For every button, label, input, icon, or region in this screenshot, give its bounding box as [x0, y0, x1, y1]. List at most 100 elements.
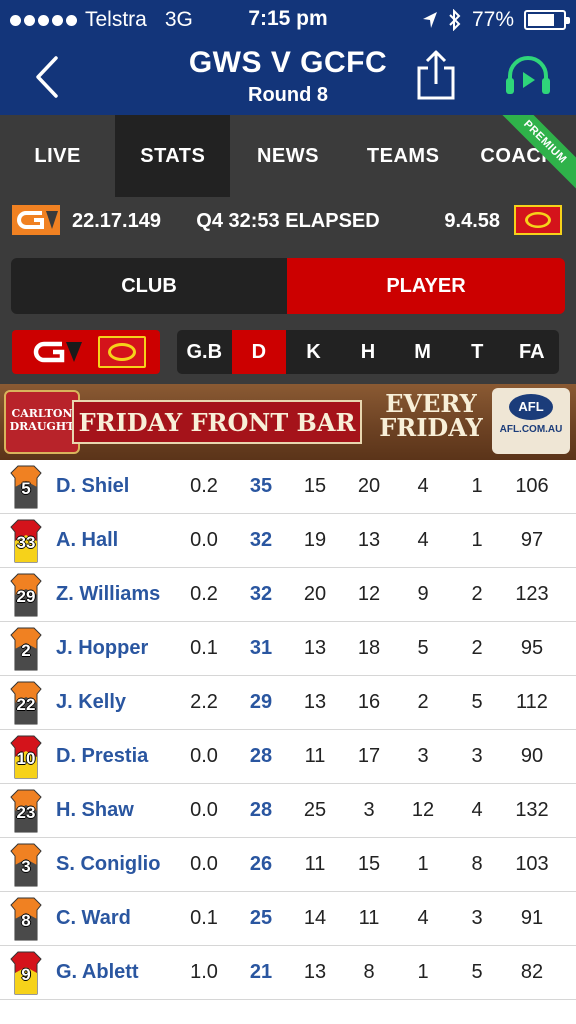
stat-cell-h: 16 [357, 691, 381, 713]
player-number: 3 [21, 857, 31, 876]
stat-cell-t: 4 [471, 799, 483, 821]
stat-cell-d: 26 [249, 853, 273, 875]
table-row[interactable]: 3 S. Coniglio 0.0 26 11 15 1 8 103 [0, 838, 576, 892]
stat-tab-d[interactable]: D [231, 330, 287, 374]
stat-cell-m: 9 [417, 583, 429, 605]
stat-cell-k: 11 [304, 745, 326, 767]
advertisement-banner[interactable]: CARLTON DRAUGHT FRIDAY FRONT BAR EVERY F… [0, 384, 576, 460]
share-icon[interactable] [414, 48, 458, 102]
stat-cell-m: 4 [417, 529, 429, 551]
stat-cell-gb: 1.0 [190, 961, 218, 983]
stat-cell-d: 28 [249, 799, 273, 821]
bluetooth-icon [449, 9, 461, 31]
stat-cell-gb: 2.2 [190, 691, 218, 713]
stat-cell-gb: 0.0 [190, 799, 218, 821]
battery-percent: 77% [471, 8, 514, 31]
stat-cell-d: 32 [249, 529, 273, 551]
stat-cell-m: 1 [417, 961, 429, 983]
stat-cell-h: 11 [358, 907, 380, 929]
stat-cell-m: 3 [417, 745, 429, 767]
table-row[interactable]: 29 Z. Williams 0.2 32 20 12 9 2 123 [0, 568, 576, 622]
stat-cell-fa: 106 [515, 475, 549, 497]
table-row[interactable]: 2 J. Hopper 0.1 31 13 18 5 2 95 [0, 622, 576, 676]
player-name-link[interactable]: Z. Williams [56, 583, 160, 606]
carlton-draught-logo: CARLTON DRAUGHT [4, 390, 80, 454]
stat-cell-k: 14 [303, 907, 327, 929]
battery-icon [524, 10, 570, 30]
table-row[interactable]: 9 G. Ablett 1.0 21 13 8 1 5 82 [0, 946, 576, 1000]
tab-live[interactable]: LIVE [0, 115, 115, 197]
stat-tab-fa[interactable]: FA [504, 330, 559, 374]
stat-tab-gb[interactable]: G.B [177, 330, 232, 374]
player-name-link[interactable]: C. Ward [56, 907, 131, 930]
stat-cell-t: 8 [471, 853, 483, 875]
table-row[interactable]: 5 D. Shiel 0.2 35 15 20 4 1 106 [0, 460, 576, 514]
stat-tab-m[interactable]: M [395, 330, 450, 374]
stat-cell-m: 4 [417, 475, 429, 497]
table-row[interactable]: 22 J. Kelly 2.2 29 13 16 2 5 112 [0, 676, 576, 730]
stat-cell-k: 13 [303, 961, 327, 983]
player-jersey-icon: 3 [10, 843, 42, 887]
stat-cell-h: 3 [363, 799, 375, 821]
stat-cell-m: 4 [417, 907, 429, 929]
stat-cell-fa: 90 [520, 745, 544, 767]
audio-play-icon[interactable] [502, 50, 554, 102]
stat-cell-m: 12 [411, 799, 435, 821]
club-player-toggle: CLUB PLAYER [11, 258, 565, 314]
stat-cell-k: 25 [303, 799, 327, 821]
player-number: 23 [16, 803, 36, 822]
stat-cell-h: 13 [357, 529, 381, 551]
stats-controls: CLUB PLAYER G.B D K H M T FA [0, 245, 576, 384]
stat-cell-gb: 0.2 [190, 583, 218, 605]
player-jersey-icon: 29 [10, 573, 42, 617]
tab-news[interactable]: NEWS [230, 115, 345, 197]
stat-cell-fa: 112 [516, 691, 548, 713]
player-name-link[interactable]: H. Shaw [56, 799, 134, 822]
stat-tab-k[interactable]: K [286, 330, 341, 374]
location-arrow-icon [422, 12, 437, 28]
stat-cell-k: 15 [303, 475, 327, 497]
stat-cell-d: 29 [249, 691, 273, 713]
stat-cell-k: 13 [303, 637, 327, 659]
stat-cell-fa: 123 [515, 583, 549, 605]
tab-teams[interactable]: TEAMS [346, 115, 461, 197]
stat-cell-gb: 0.0 [190, 853, 218, 875]
player-jersey-icon: 23 [10, 789, 42, 833]
stat-cell-d: 21 [249, 961, 273, 983]
table-row[interactable]: 23 H. Shaw 0.0 28 25 3 12 4 132 [0, 784, 576, 838]
carrier-name: Telstra [85, 8, 147, 31]
player-name-link[interactable]: J. Hopper [56, 637, 148, 660]
stat-cell-t: 5 [471, 691, 483, 713]
player-name-link[interactable]: G. Ablett [56, 961, 139, 984]
stat-cell-gb: 0.2 [190, 475, 218, 497]
table-row[interactable]: 8 C. Ward 0.1 25 14 11 4 3 91 [0, 892, 576, 946]
player-name-link[interactable]: S. Coniglio [56, 853, 160, 876]
player-name-link[interactable]: A. Hall [56, 529, 118, 552]
tab-stats[interactable]: STATS [115, 115, 231, 197]
player-name-link[interactable]: J. Kelly [56, 691, 126, 714]
player-stats-table: 5 D. Shiel 0.2 35 15 20 4 1 106 33 A. Hall 0.0 32 19 1… [0, 460, 576, 1000]
team-filter-button[interactable] [12, 330, 160, 374]
player-number: 10 [16, 749, 36, 768]
stat-cell-d: 35 [249, 475, 273, 497]
stat-tab-t[interactable]: T [450, 330, 505, 374]
player-name-link[interactable]: D. Shiel [56, 475, 129, 498]
gws-logo-icon [33, 341, 82, 363]
stat-tab-h[interactable]: H [341, 330, 396, 374]
table-row[interactable]: 10 D. Prestia 0.0 28 11 17 3 3 90 [0, 730, 576, 784]
player-name-link[interactable]: D. Prestia [56, 745, 148, 768]
stat-cell-d: 28 [249, 745, 273, 767]
stat-cell-h: 12 [357, 583, 381, 605]
player-number: 5 [21, 479, 31, 498]
club-segment-button[interactable]: CLUB [11, 258, 287, 314]
stat-cell-gb: 0.1 [190, 637, 218, 659]
player-segment-button[interactable]: PLAYER [287, 258, 565, 314]
afl-logo: AFL AFL.COM.AU [492, 388, 570, 454]
stat-cell-fa: 82 [520, 961, 544, 983]
stat-category-tabs: G.B D K H M T FA [177, 330, 559, 374]
player-number: 33 [16, 533, 36, 552]
ad-tagline: EVERY FRIDAY [376, 392, 486, 440]
network-type: 3G [164, 8, 193, 31]
stat-cell-k: 19 [303, 529, 327, 551]
table-row[interactable]: 33 A. Hall 0.0 32 19 13 4 1 97 [0, 514, 576, 568]
